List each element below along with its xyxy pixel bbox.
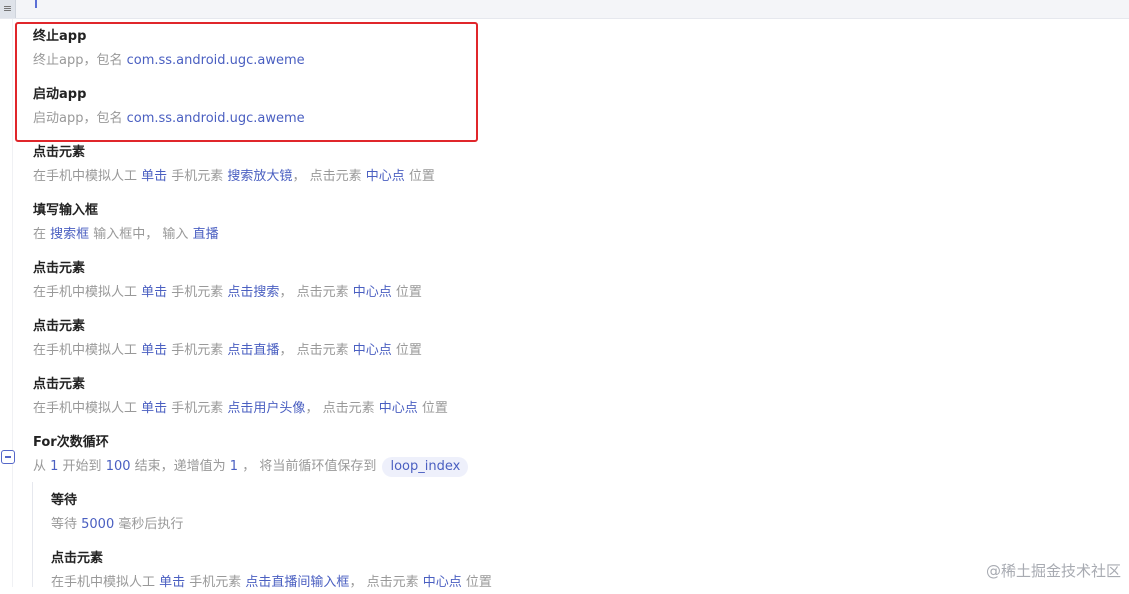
element-value: 搜索放大镜: [227, 169, 293, 184]
desc-text: ， 点击元素: [279, 343, 353, 358]
element-value: 点击直播: [227, 343, 280, 358]
wait-ms-value: 5000: [81, 517, 115, 532]
input-value: 直播: [192, 227, 219, 242]
desc-text: ， 点击元素: [279, 285, 353, 300]
step-description: 在手机中模拟人工 单击 手机元素 点击直播间输入框， 点击元素 中心点 位置: [51, 572, 751, 594]
action-value: 单击: [141, 401, 168, 416]
step-description: 在手机中模拟人工 单击 手机元素 搜索放大镜， 点击元素 中心点 位置: [33, 166, 733, 188]
action-value: 单击: [159, 575, 186, 590]
step-title: 点击元素: [33, 261, 86, 276]
loop-variable-chip: loop_index: [382, 457, 469, 477]
action-value: 单击: [141, 169, 168, 184]
step-description: 从 1 开始到 100 结束，递增值为 1 ， 将当前循环值保存到 loop_i…: [33, 456, 733, 478]
action-value: 单击: [141, 343, 168, 358]
step-title: 点击元素: [51, 551, 104, 566]
position-value: 中心点: [352, 285, 392, 300]
step-description: 在手机中模拟人工 单击 手机元素 点击直播， 点击元素 中心点 位置: [33, 340, 733, 362]
step-title: For次数循环: [33, 435, 109, 450]
position-value: 中心点: [365, 169, 405, 184]
step-title: 等待: [51, 493, 78, 508]
desc-text: 在手机中模拟人工: [33, 401, 142, 416]
desc-text: 毫秒后执行: [114, 517, 184, 532]
desc-text: ， 点击元素: [292, 169, 366, 184]
desc-text: 结束，递增值为: [130, 459, 230, 474]
step-title: 点击元素: [33, 145, 86, 160]
position-value: 中心点: [422, 575, 462, 590]
desc-text: 在手机中模拟人工: [51, 575, 160, 590]
desc-text: 位置: [391, 343, 422, 358]
loop-body-guide: [32, 482, 33, 587]
loop-step-value: 1: [229, 459, 239, 474]
step-wait[interactable]: 等待 等待 5000 毫秒后执行: [51, 491, 751, 536]
step-title: 填写输入框: [33, 203, 99, 218]
element-value: 点击搜索: [227, 285, 280, 300]
desc-text: 位置: [461, 575, 492, 590]
loop-end-value: 100: [105, 459, 131, 474]
step-description: 在手机中模拟人工 单击 手机元素 点击用户头像， 点击元素 中心点 位置: [33, 398, 733, 420]
step-fill-input[interactable]: 填写输入框 在 搜索框 输入框中， 输入 直播: [33, 201, 733, 246]
step-description: 在手机中模拟人工 单击 手机元素 点击搜索， 点击元素 中心点 位置: [33, 282, 733, 304]
desc-text: ， 点击元素: [305, 401, 379, 416]
watermark: @稀土掘金技术社区: [985, 562, 1121, 580]
step-click-element[interactable]: 点击元素 在手机中模拟人工 单击 手机元素 点击直播间输入框， 点击元素 中心点…: [51, 549, 751, 594]
desc-text: 从: [33, 459, 51, 474]
position-value: 中心点: [352, 343, 392, 358]
step-title: 点击元素: [33, 377, 86, 392]
desc-text: ， 点击元素: [349, 575, 423, 590]
desc-text: 手机元素: [185, 575, 246, 590]
step-description: 等待 5000 毫秒后执行: [51, 514, 751, 536]
step-title: 点击元素: [33, 319, 86, 334]
desc-text: 位置: [417, 401, 448, 416]
step-description: 在 搜索框 输入框中， 输入 直播: [33, 224, 733, 246]
desc-text: 开始到: [58, 459, 106, 474]
element-value: 点击用户头像: [227, 401, 306, 416]
desc-text: 输入框中， 输入: [89, 227, 193, 242]
step-click-element[interactable]: 点击元素 在手机中模拟人工 单击 手机元素 点击直播， 点击元素 中心点 位置: [33, 317, 733, 362]
step-click-element[interactable]: 点击元素 在手机中模拟人工 单击 手机元素 点击用户头像， 点击元素 中心点 位…: [33, 375, 733, 420]
desc-text: 等待: [51, 517, 82, 532]
desc-text: 手机元素: [167, 401, 228, 416]
desc-text: 在手机中模拟人工: [33, 285, 142, 300]
position-value: 中心点: [378, 401, 418, 416]
step-click-element[interactable]: 点击元素 在手机中模拟人工 单击 手机元素 点击搜索， 点击元素 中心点 位置: [33, 259, 733, 304]
desc-text: 在手机中模拟人工: [33, 343, 142, 358]
step-click-element[interactable]: 点击元素 在手机中模拟人工 单击 手机元素 搜索放大镜， 点击元素 中心点 位置: [33, 143, 733, 188]
field-value: 搜索框: [50, 227, 90, 242]
element-value: 点击直播间输入框: [245, 575, 350, 590]
highlight-annotation-box: [15, 22, 478, 142]
action-value: 单击: [141, 285, 168, 300]
desc-text: 位置: [404, 169, 435, 184]
collapse-toggle-icon[interactable]: [1, 450, 15, 464]
desc-text: 手机元素: [167, 169, 228, 184]
desc-text: 手机元素: [167, 343, 228, 358]
desc-text: 手机元素: [167, 285, 228, 300]
desc-text: 在手机中模拟人工: [33, 169, 142, 184]
desc-text: ， 将当前循环值保存到: [238, 459, 381, 474]
desc-text: 在: [33, 227, 51, 242]
step-for-loop[interactable]: For次数循环 从 1 开始到 100 结束，递增值为 1 ， 将当前循环值保存…: [33, 433, 733, 478]
desc-text: 位置: [391, 285, 422, 300]
